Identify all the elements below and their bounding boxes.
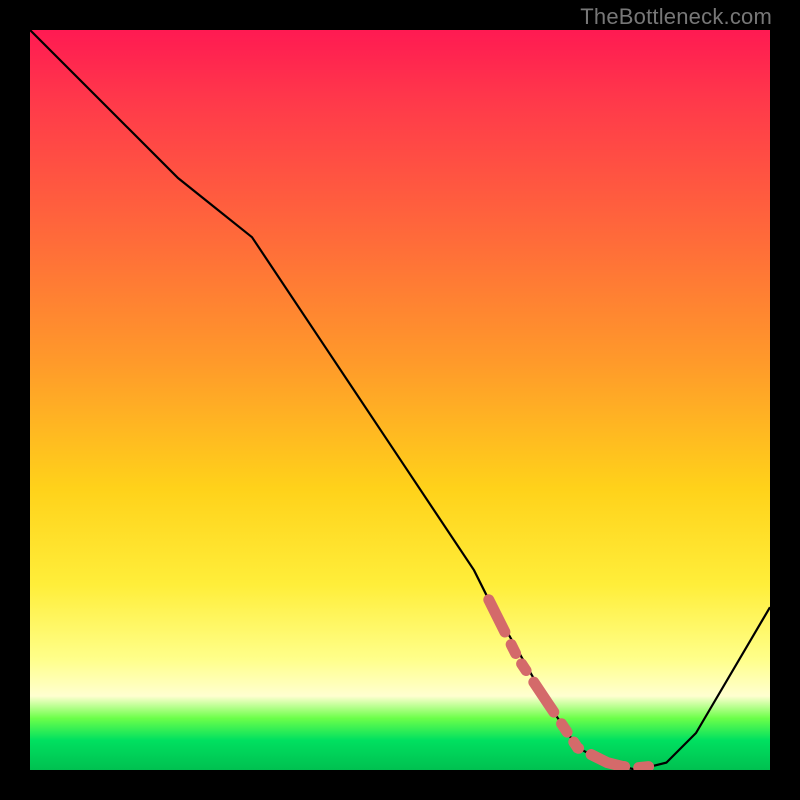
curve-layer: [30, 30, 770, 770]
chart-container: TheBottleneck.com: [0, 0, 800, 800]
optimum-dash: [489, 600, 652, 768]
plot-area: [30, 30, 770, 770]
watermark-text: TheBottleneck.com: [580, 4, 772, 30]
main-curve: [30, 30, 770, 770]
